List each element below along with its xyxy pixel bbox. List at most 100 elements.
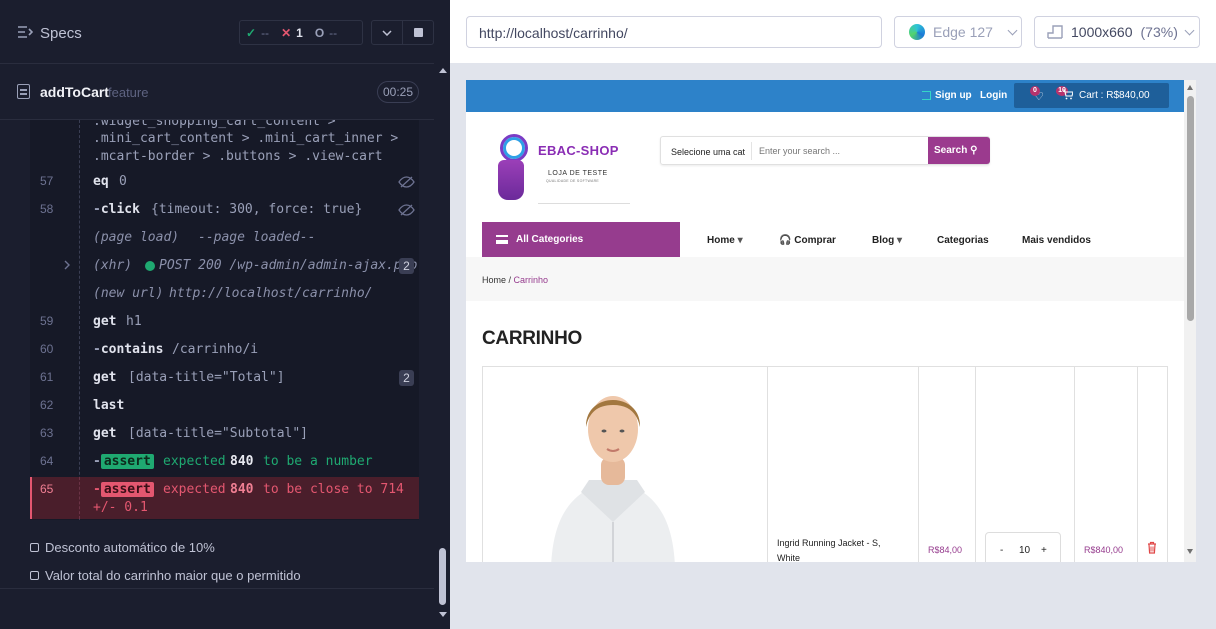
- test-duration: 00:25: [377, 81, 419, 103]
- assert-value: 840: [230, 454, 254, 469]
- failed-x-icon: ✕: [281, 25, 292, 40]
- expand-button[interactable]: [372, 21, 402, 44]
- selector-continuation: .widget_shopping_cart_content > .mini_ca…: [30, 120, 419, 174]
- command-message: 0: [119, 174, 127, 189]
- command-log: .widget_shopping_cart_content > .mini_ca…: [30, 120, 419, 520]
- assert-badge: assert: [100, 482, 154, 497]
- event-row[interactable]: (new url) http://localhost/carrinho/: [30, 286, 419, 308]
- breadcrumb-home[interactable]: Home: [482, 275, 506, 285]
- assert-fail-row[interactable]: 65 - assert expected 840 to be close to 7…: [30, 477, 419, 519]
- command-number: 58: [40, 202, 54, 216]
- signup-icon: [922, 91, 931, 100]
- scroll-up-icon[interactable]: [439, 68, 447, 73]
- selector-line-3: .mcart-border > .buttons > .view-cart: [93, 149, 383, 164]
- event-type: (new url): [93, 286, 164, 301]
- viewport-selector[interactable]: 1000x660 (73%): [1034, 16, 1200, 48]
- all-categories-button[interactable]: All Categories: [482, 222, 680, 257]
- wishlist-count: 0: [1030, 86, 1040, 96]
- search-button[interactable]: Search ⚲: [928, 137, 990, 164]
- preview-scroll-thumb[interactable]: [1187, 96, 1194, 321]
- page-title: CARRINHO: [482, 328, 582, 349]
- command-number: 62: [40, 398, 54, 412]
- quantity-input[interactable]: 10: [1019, 545, 1030, 556]
- specs-list-icon[interactable]: [17, 25, 33, 39]
- quantity-increase-button[interactable]: +: [1041, 545, 1047, 556]
- command-row[interactable]: 61 get [data-title="Total"] 2: [30, 370, 419, 392]
- command-name: get: [93, 426, 117, 441]
- assert-pass-row[interactable]: 64 - assert expected 840 to be a number: [30, 454, 419, 476]
- product-name[interactable]: Ingrid Running Jacket - S, White: [777, 536, 897, 562]
- command-number: 57: [40, 174, 54, 188]
- expand-chevron-icon[interactable]: [64, 260, 70, 270]
- nav-mais-vendidos[interactable]: Mais vendidos: [1022, 235, 1091, 246]
- browser-name: Edge 127: [933, 24, 993, 40]
- hamburger-icon: [496, 235, 508, 244]
- cart-table: Ingrid Running Jacket - S, White R$84,00…: [482, 366, 1168, 562]
- assert-tolerance: +/- 0.1: [93, 500, 148, 515]
- count-badge: 2: [399, 370, 414, 386]
- scroll-down-icon[interactable]: [439, 612, 447, 617]
- search-input[interactable]: Enter your search ...: [759, 146, 840, 156]
- stop-icon: [413, 28, 423, 37]
- command-row[interactable]: 57 eq 0: [30, 174, 419, 196]
- login-link[interactable]: Login: [980, 90, 1007, 101]
- command-message: h1: [126, 314, 142, 329]
- nav-blog[interactable]: Blog ▾: [872, 235, 902, 246]
- runner-panel: Specs ✓ -- ✕ 1 O -- addToCart feature 00:25: [0, 0, 450, 629]
- stop-button[interactable]: [402, 21, 433, 44]
- preview-toolbar: http://localhost/carrinho/ Edge 127 1000…: [450, 0, 1216, 64]
- test-title: Valor total do carrinho maior que o perm…: [45, 568, 301, 583]
- command-name: eq: [93, 174, 109, 189]
- event-message: POST 200 /wp-admin/admin-ajax.php: [159, 258, 418, 273]
- count-badge: 2: [399, 258, 414, 274]
- specs-title[interactable]: Specs: [40, 25, 82, 42]
- logo-title: EBAC-SHOP: [538, 143, 619, 158]
- log-scrollbar[interactable]: [436, 64, 450, 608]
- search-icon: ⚲: [970, 145, 978, 156]
- event-message: --page loaded--: [198, 230, 316, 245]
- event-row[interactable]: (xhr) POST 200 /wp-admin/admin-ajax.php …: [30, 258, 419, 280]
- nav-comprar[interactable]: 🎧 Comprar: [779, 235, 836, 246]
- test-title: Desconto automático de 10%: [45, 540, 215, 555]
- nav-home[interactable]: Home ▾: [707, 235, 743, 246]
- store-logo[interactable]: EBAC-SHOP LOJA DE TESTE QUALIDADE DE SOF…: [494, 132, 634, 212]
- test-status-icon: [30, 571, 39, 580]
- quantity-decrease-button[interactable]: -: [1000, 545, 1003, 556]
- url-bar[interactable]: http://localhost/carrinho/: [466, 16, 882, 48]
- browser-selector[interactable]: Edge 127: [894, 16, 1022, 48]
- specs-header: Specs ✓ -- ✕ 1 O --: [0, 0, 434, 64]
- command-row[interactable]: 59 get h1: [30, 314, 419, 336]
- logo-hand-icon: [498, 160, 524, 200]
- test-stats: ✓ -- ✕ 1 O --: [239, 20, 363, 45]
- pending-count: --: [329, 25, 338, 40]
- signup-link[interactable]: Sign up: [922, 90, 972, 101]
- command-number: 59: [40, 314, 54, 328]
- nav-categorias[interactable]: Categorias: [937, 235, 989, 246]
- chevron-down-icon: [382, 29, 392, 36]
- command-number: 61: [40, 370, 54, 384]
- logo-ring-icon: [500, 134, 528, 162]
- test-header[interactable]: addToCart feature 00:25: [0, 65, 434, 120]
- scroll-up-icon[interactable]: [1187, 85, 1193, 90]
- product-image[interactable]: [521, 377, 701, 562]
- log-scroll-thumb[interactable]: [439, 548, 446, 605]
- event-row[interactable]: (page load) --page loaded--: [30, 230, 419, 252]
- command-row[interactable]: 63 get [data-title="Subtotal"]: [30, 426, 419, 448]
- command-row[interactable]: 58 -click {timeout: 300, force: true}: [30, 202, 419, 224]
- command-row[interactable]: 62 last: [30, 398, 419, 420]
- command-message: /carrinho/i: [172, 342, 259, 357]
- edge-browser-icon: [909, 24, 925, 40]
- chevron-down-icon: [1184, 25, 1195, 35]
- selector-line-2: .mini_cart_content > .mini_cart_inner >: [93, 131, 399, 146]
- category-select[interactable]: Selecione uma cat: [671, 147, 745, 157]
- assert-message-suffix: to be close to 714: [263, 482, 404, 497]
- viewport-zoom: (73%): [1140, 24, 1178, 40]
- viewport-size: 1000x660: [1071, 24, 1133, 40]
- scroll-down-icon[interactable]: [1187, 549, 1193, 554]
- cart-button[interactable]: ♡ 0 10 Cart : R$840,00: [1014, 83, 1169, 108]
- event-message: http://localhost/carrinho/: [169, 286, 373, 301]
- event-type: (page load): [93, 230, 180, 245]
- trash-icon[interactable]: [1147, 541, 1157, 554]
- assert-badge: assert: [100, 454, 154, 469]
- command-row[interactable]: 60 -contains /carrinho/i: [30, 342, 419, 364]
